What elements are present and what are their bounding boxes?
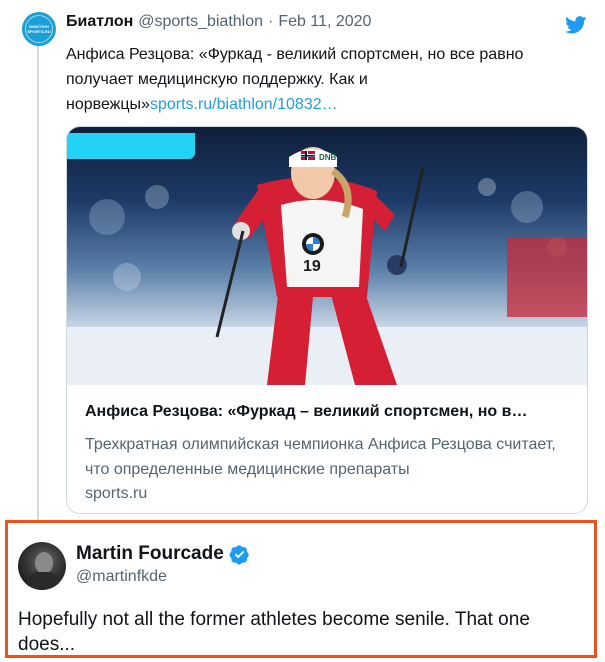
- card-title[interactable]: Анфиса Резцова: «Фуркад – великий спортс…: [85, 403, 575, 421]
- twitter-bird-icon[interactable]: [565, 16, 587, 34]
- card-image[interactable]: 19 DNB: [67, 127, 587, 385]
- reply-author-name[interactable]: Martin Fourcade: [76, 543, 224, 565]
- athlete-photo-illustration: 19 DNB: [67, 147, 587, 385]
- reply-author-avatar[interactable]: [18, 542, 66, 590]
- redaction-block: [67, 133, 195, 159]
- avatar-body: [26, 572, 60, 590]
- tweet-link[interactable]: sports.ru/biathlon/10832…: [150, 96, 338, 113]
- reply-name-row: Martin Fourcade: [76, 543, 250, 565]
- author-avatar[interactable]: БИАТЛОН SPORTS.RU: [22, 12, 56, 46]
- link-preview-card[interactable]: 19 DNB Анфиса Резцова: «Фуркад – великий…: [66, 126, 588, 514]
- card-domain: sports.ru: [85, 485, 148, 502]
- avatar-face: [35, 552, 53, 574]
- avatar-ring: [25, 15, 53, 43]
- thread-connector-line: [37, 46, 39, 520]
- author-handle[interactable]: @sports_biathlon: [138, 13, 263, 31]
- verified-badge-icon: [229, 544, 249, 564]
- bib-number: 19: [303, 258, 321, 275]
- author-name[interactable]: Биатлон: [66, 13, 133, 31]
- reply-author-handle[interactable]: @martinfkde: [76, 568, 167, 586]
- card-description: Трехкратная олимпийская чемпионка Анфиса…: [85, 436, 556, 478]
- reply-text: Hopefully not all the former athletes be…: [18, 609, 530, 655]
- tweet-date[interactable]: Feb 11, 2020: [278, 13, 371, 31]
- tweet-text: Анфиса Резцова: «Фуркад - великий спортс…: [66, 42, 576, 117]
- separator-dot: ·: [268, 13, 274, 30]
- headband-text: DNB: [319, 153, 337, 162]
- tweet-header: Биатлон @sports_biathlon · Feb 11, 2020: [66, 13, 585, 31]
